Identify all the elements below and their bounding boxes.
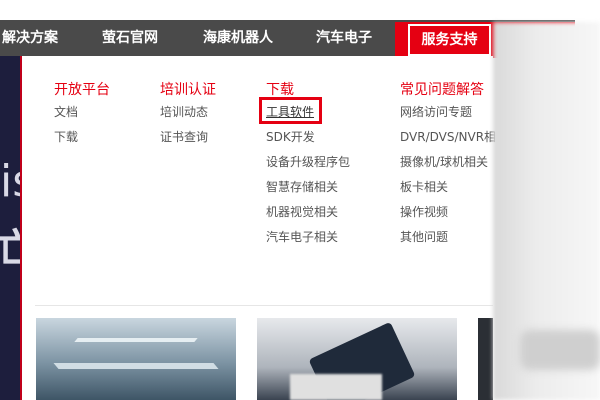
banner-glyph: 亡 [0, 216, 20, 274]
thumbnail-railway[interactable] [36, 318, 236, 400]
nav-item-ezviz[interactable]: 萤石官网 [102, 20, 158, 56]
column-title-faq[interactable]: 常见问题解答 [400, 79, 484, 99]
link-network-access[interactable]: 网络访问专题 [400, 103, 472, 120]
column-title-download[interactable]: 下载 [266, 79, 294, 99]
link-operation-video[interactable]: 操作视频 [400, 203, 448, 220]
link-smart-storage[interactable]: 智慧存储相关 [266, 178, 338, 195]
link-download[interactable]: 下载 [54, 128, 78, 145]
link-firmware[interactable]: 设备升级程序包 [266, 153, 350, 170]
link-docs[interactable]: 文档 [54, 103, 78, 120]
link-other-issues[interactable]: 其他问题 [400, 228, 448, 245]
link-certificate-query[interactable]: 证书查询 [160, 128, 208, 145]
thumbnail-handshake[interactable] [478, 318, 493, 400]
link-training-news[interactable]: 培训动态 [160, 103, 208, 120]
blurred-region-right-bottom [520, 330, 600, 370]
nav-item-solutions[interactable]: 解决方案 [2, 20, 58, 56]
link-auto-electronics[interactable]: 汽车电子相关 [266, 228, 338, 245]
link-tool-software[interactable]: 工具软件 [266, 103, 314, 120]
hero-banner-fragment: is 亡 [0, 56, 20, 400]
nav-item-service-support[interactable]: 服务支持 [406, 22, 493, 58]
nav-item-hikrobot[interactable]: 海康机器人 [203, 20, 273, 56]
banner-text: is [0, 156, 20, 207]
nav-item-auto-electronics[interactable]: 汽车电子 [316, 20, 372, 56]
dropdown-divider [35, 305, 493, 306]
column-title-open-platform[interactable]: 开放平台 [54, 79, 110, 99]
page-root: 解决方案 萤石官网 海康机器人 汽车电子 服务支持 is 亡 开放平台 文档 下… [0, 0, 600, 400]
column-title-training[interactable]: 培训认证 [160, 79, 216, 99]
link-machine-vision[interactable]: 机器视觉相关 [266, 203, 338, 220]
link-board-card[interactable]: 板卡相关 [400, 178, 448, 195]
link-camera[interactable]: 摄像机/球机相关 [400, 153, 488, 170]
link-dvr-nvr[interactable]: DVR/DVS/NVR相 [400, 128, 496, 145]
blurred-region-bottom [290, 374, 382, 400]
link-sdk[interactable]: SDK开发 [266, 128, 315, 145]
